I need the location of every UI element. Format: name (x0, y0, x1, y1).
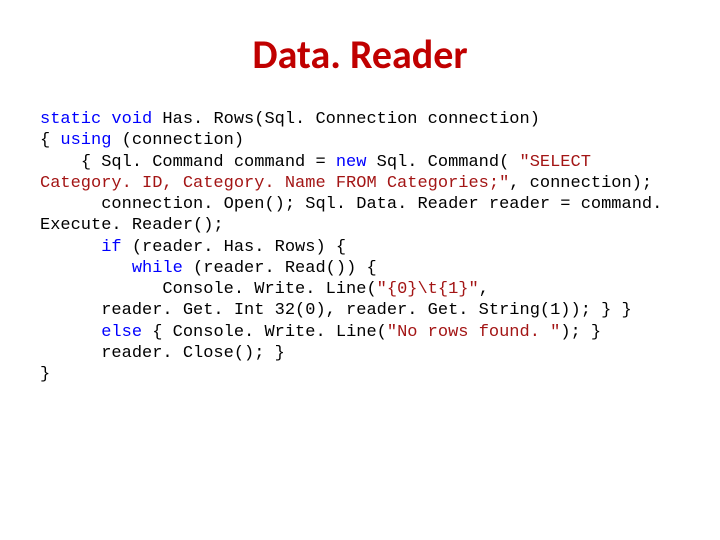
keyword-while: while (132, 259, 183, 278)
keyword-new: new (336, 153, 367, 172)
string-format: "{0}\t{1}" (377, 280, 479, 299)
keyword-using: using (60, 131, 111, 150)
page-title: Data. Reader (40, 30, 680, 79)
slide: Data. Reader static void Has. Rows(Sql. … (0, 0, 720, 540)
line10a (40, 323, 101, 342)
keyword-static: static (40, 110, 101, 129)
line3c: , connection); (509, 174, 652, 193)
line12: } (40, 365, 50, 384)
line2b: (connection) (111, 131, 244, 150)
keyword-void: void (111, 110, 152, 129)
line6b: (reader. Has. Rows) { (122, 238, 346, 257)
line8a: Console. Write. Line( (40, 280, 377, 299)
line8b: , (479, 280, 489, 299)
line10b: { Console. Write. Line( (142, 323, 387, 342)
code-block: static void Has. Rows(Sql. Connection co… (40, 109, 680, 385)
keyword-else: else (101, 323, 142, 342)
string-norows: "No rows found. " (387, 323, 560, 342)
line5: connection. Open(); Sql. Data. Reader re… (40, 195, 673, 235)
line7b: (reader. Read()) { (183, 259, 377, 278)
line7a (40, 259, 132, 278)
line6a (40, 238, 101, 257)
line10c: ); } (560, 323, 601, 342)
line2a: { (40, 131, 60, 150)
line9: reader. Get. Int 32(0), reader. Get. Str… (40, 301, 632, 320)
fn-name: Has. Rows(Sql. Connection connection) (152, 110, 540, 129)
keyword-if: if (101, 238, 121, 257)
line3a: { Sql. Command command = (40, 153, 336, 172)
line11: reader. Close(); } (40, 344, 285, 363)
line3b: Sql. Command( (366, 153, 519, 172)
